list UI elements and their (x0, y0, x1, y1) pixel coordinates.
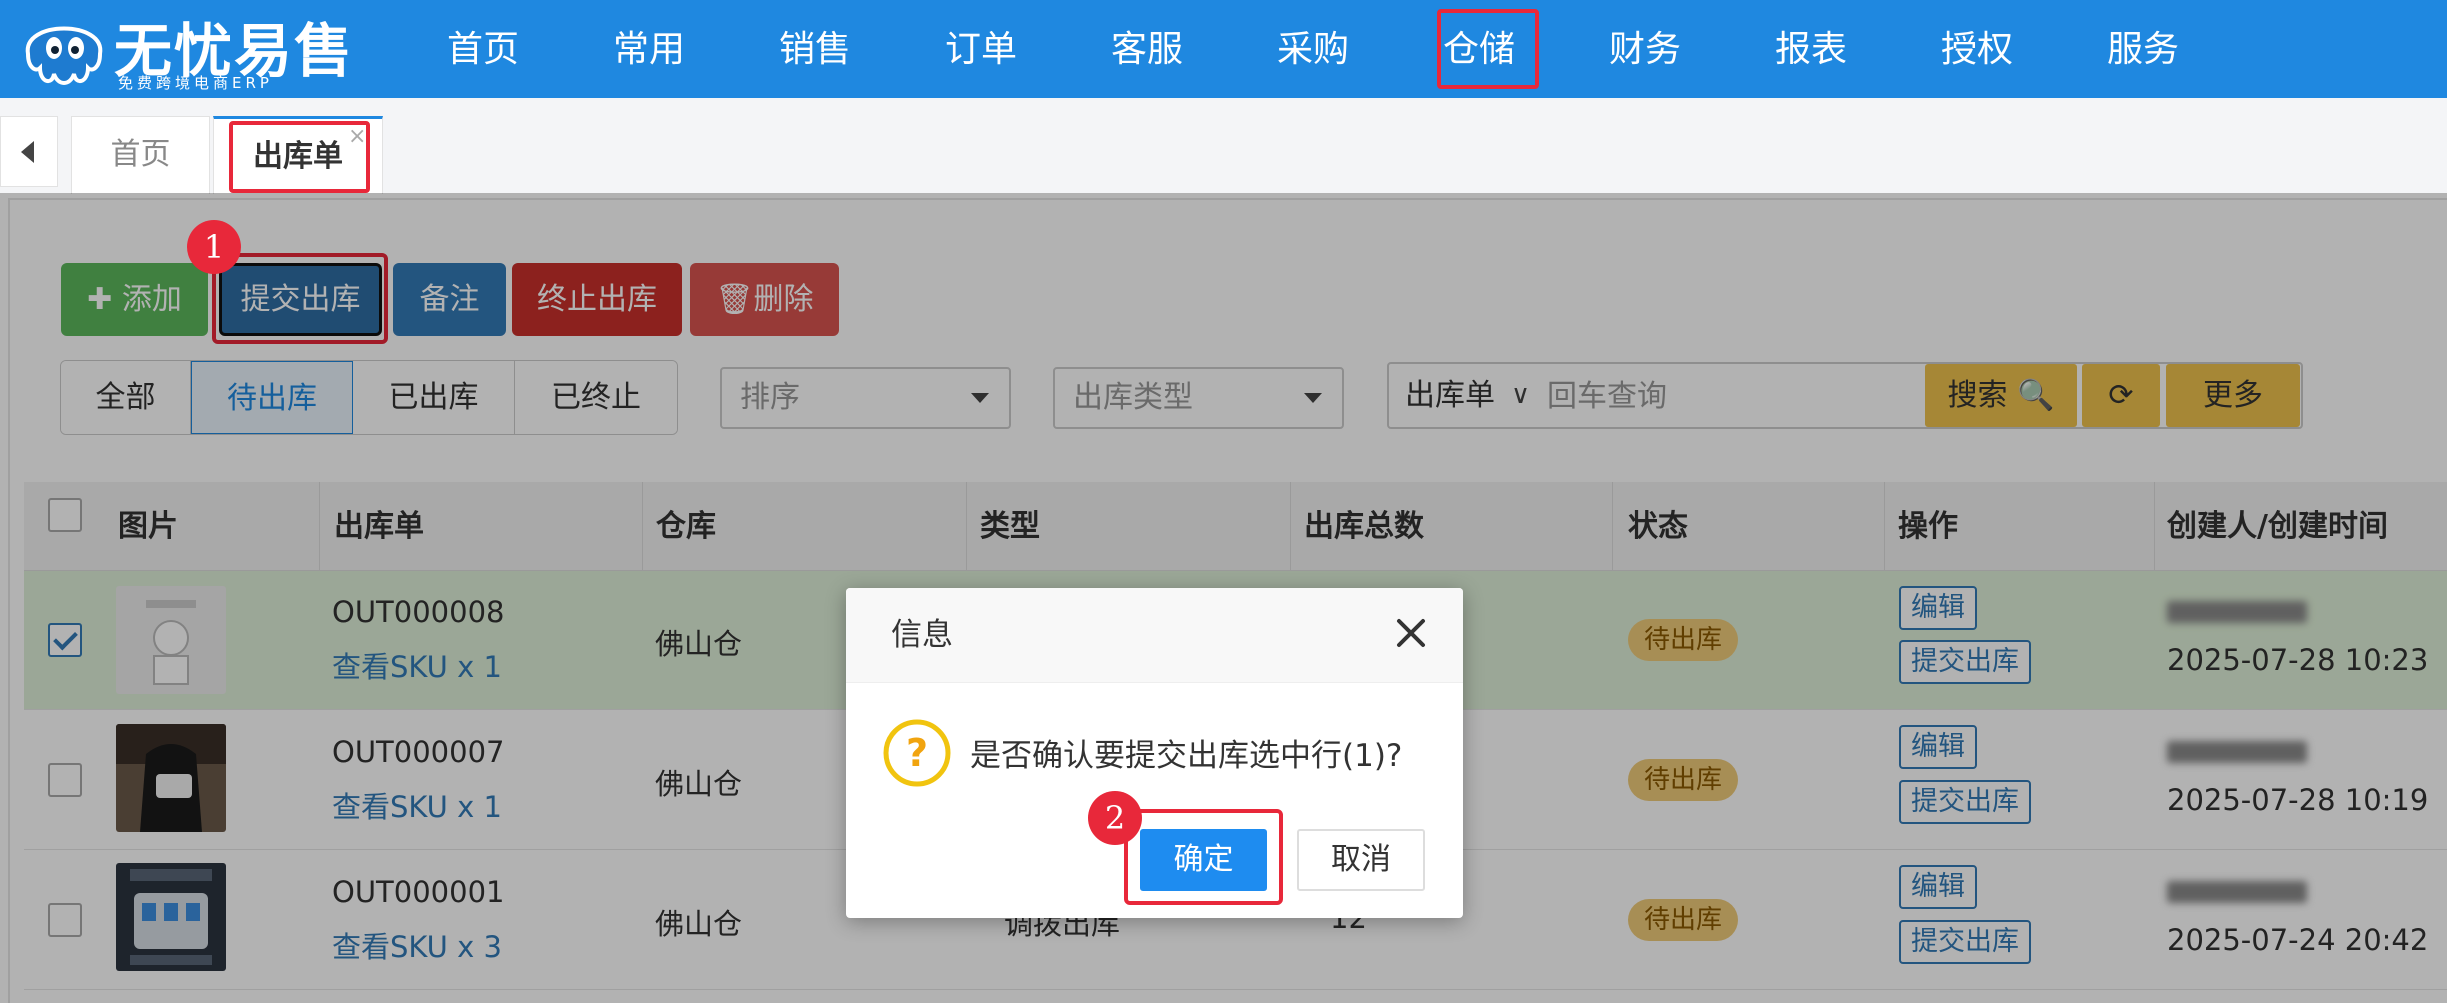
nav-authorize[interactable]: 授权 (1894, 0, 2060, 98)
main-nav: 首页 常用 销售 订单 客服 采购 仓储 财务 报表 授权 服务 (400, 0, 2226, 98)
nav-common[interactable]: 常用 (566, 0, 732, 98)
nav-service[interactable]: 客服 (1064, 0, 1230, 98)
nav-orders[interactable]: 订单 (898, 0, 1064, 98)
nav-purchase[interactable]: 采购 (1230, 0, 1396, 98)
nav-reports[interactable]: 报表 (1728, 0, 1894, 98)
nav-sales[interactable]: 销售 (732, 0, 898, 98)
octopus-mascot-icon (25, 26, 103, 85)
step-marker-1: 1 (187, 220, 241, 274)
nav-finance[interactable]: 财务 (1562, 0, 1728, 98)
nav-services[interactable]: 服务 (2060, 0, 2226, 98)
brand-logo[interactable]: 无忧易售 免费跨境电商ERP (14, 4, 352, 94)
svg-text:?: ? (906, 731, 928, 775)
step-marker-2: 2 (1088, 791, 1142, 845)
top-nav-bar: 无忧易售 免费跨境电商ERP 首页 常用 销售 订单 客服 采购 仓储 财务 报… (0, 0, 2447, 98)
cancel-button[interactable]: 取消 (1297, 829, 1425, 891)
highlight-box-confirm (1124, 809, 1283, 905)
brand-tagline: 免费跨境电商ERP (118, 74, 273, 92)
nav-home[interactable]: 首页 (400, 0, 566, 98)
dialog-header: 信息 (846, 588, 1463, 683)
highlight-box-warehouse (1437, 9, 1539, 89)
question-icon: ? (883, 719, 951, 787)
tab-scroll-left-icon[interactable] (0, 116, 58, 187)
tab-home[interactable]: 首页 (71, 116, 210, 194)
close-icon[interactable] (1386, 608, 1436, 658)
dialog-title: 信息 (891, 617, 953, 653)
dialog-message: 是否确认要提交出库选中行(1)? (970, 738, 1403, 774)
highlight-box-tab (229, 121, 370, 193)
